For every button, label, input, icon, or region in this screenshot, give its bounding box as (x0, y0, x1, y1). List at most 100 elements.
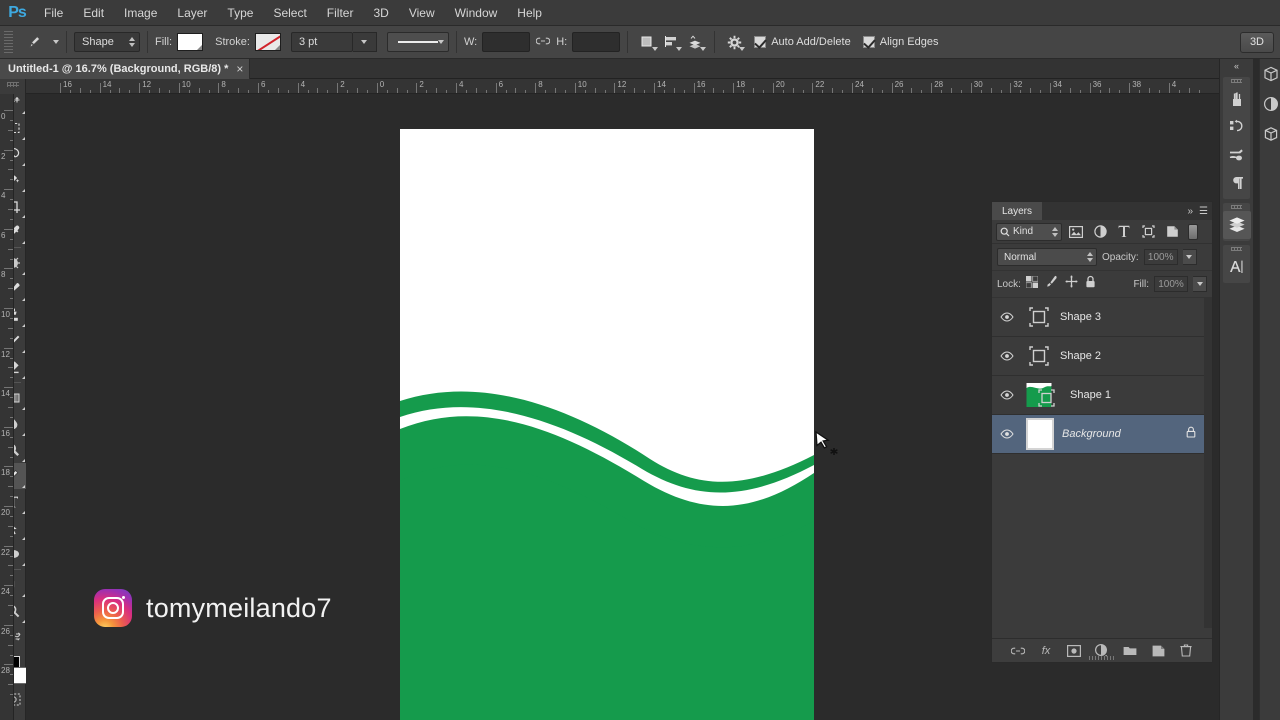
stroke-style-picker[interactable] (386, 32, 449, 52)
link-layers-icon[interactable] (1010, 643, 1026, 659)
stroke-weight-chevron-icon[interactable] (352, 32, 377, 52)
eye-icon[interactable] (996, 429, 1018, 439)
opacity-value[interactable]: 100% (1143, 249, 1178, 265)
menu-select[interactable]: Select (263, 0, 316, 26)
path-arrangement-icon[interactable] (683, 31, 707, 53)
ruler-minor-tick (8, 565, 13, 567)
instagram-icon (94, 589, 132, 627)
layer-name: Shape 1 (1070, 389, 1111, 401)
panel-menu-icon[interactable]: ☰ (1199, 206, 1208, 217)
ruler-minor-tick (69, 90, 71, 93)
green-shape-thumbnail[interactable] (1026, 382, 1062, 408)
adjustments-icon[interactable] (1260, 89, 1280, 119)
auto-add-delete-checkbox[interactable]: Auto Add/Delete (754, 36, 851, 48)
stroke-swatch[interactable] (254, 33, 281, 51)
align-edges-checkbox[interactable]: Align Edges (862, 36, 938, 48)
shape-vector-mask-thumbnail[interactable] (1026, 343, 1052, 369)
link-width-height-icon[interactable] (535, 35, 551, 49)
add-layer-mask-icon[interactable] (1066, 643, 1082, 659)
dock-group-grip[interactable] (1223, 77, 1250, 85)
swatches-icon[interactable] (1223, 141, 1251, 169)
menu-help[interactable]: Help (507, 0, 552, 26)
panel-resize-grip[interactable] (1089, 656, 1115, 660)
delete-layer-icon[interactable] (1178, 643, 1194, 659)
ruler-minor-tick (228, 90, 230, 93)
pixel-layer-filter-icon[interactable] (1066, 223, 1086, 241)
layers-panel-icon[interactable] (1223, 211, 1251, 239)
ruler-minor-tick (8, 446, 13, 448)
layer-row-shape-1[interactable]: Shape 1 (992, 376, 1212, 415)
eye-icon[interactable] (996, 312, 1018, 322)
menu-type[interactable]: Type (217, 0, 263, 26)
fill-swatch[interactable] (177, 33, 204, 51)
close-icon[interactable]: × (236, 62, 243, 76)
smart-object-filter-icon[interactable] (1162, 223, 1182, 241)
lock-image-pixels-icon[interactable] (1045, 275, 1058, 293)
ruler-minor-tick (267, 90, 269, 93)
blend-mode-select[interactable]: Normal (997, 248, 1097, 266)
ruler-minor-tick (1109, 88, 1111, 93)
menu-filter[interactable]: Filter (317, 0, 364, 26)
character-panel-icon[interactable] (1223, 253, 1251, 281)
menu-file[interactable]: File (34, 0, 73, 26)
brush-presets-icon[interactable] (1223, 85, 1251, 113)
tool-preset-picker[interactable] (17, 30, 51, 54)
document-tab[interactable]: Untitled-1 @ 16.7% (Background, RGB/8) *… (0, 59, 251, 79)
path-operations-icon[interactable] (635, 31, 659, 53)
type-layer-filter-icon[interactable] (1114, 223, 1134, 241)
tool-preset-chevron-icon[interactable] (53, 40, 59, 44)
3d-panel-icon[interactable] (1260, 59, 1280, 89)
eye-icon[interactable] (996, 351, 1018, 361)
ruler-tick (1168, 83, 1170, 93)
path-alignment-icon[interactable] (659, 31, 683, 53)
layers-scrollbar[interactable] (1204, 298, 1212, 628)
stroke-weight-control[interactable]: 3 pt (290, 32, 377, 52)
options-bar-grip[interactable] (4, 30, 13, 54)
ruler-minor-tick (8, 129, 13, 131)
tools-panel-grip[interactable] (0, 79, 25, 89)
menu-image[interactable]: Image (114, 0, 167, 26)
shape-vector-mask-thumbnail[interactable] (1026, 304, 1052, 330)
tool-mode-select[interactable]: Shape (74, 32, 140, 52)
dock-group-grip[interactable] (1223, 203, 1250, 211)
ruler-tick-label: 4 (459, 80, 464, 89)
gear-icon[interactable] (722, 31, 746, 53)
ruler-tick (4, 426, 13, 428)
ruler-minor-tick (1158, 90, 1160, 93)
menu-edit[interactable]: Edit (73, 0, 114, 26)
new-layer-icon[interactable] (1150, 643, 1166, 659)
shape-layer-filter-icon[interactable] (1138, 223, 1158, 241)
tab-layers[interactable]: Layers (992, 202, 1043, 220)
white-background-thumbnail[interactable] (1026, 418, 1054, 450)
lock-transparent-pixels-icon[interactable] (1025, 275, 1039, 293)
paragraph-icon[interactable] (1223, 169, 1251, 197)
width-input[interactable] (482, 32, 531, 52)
layer-row-shape-3[interactable]: Shape 3 (992, 298, 1212, 337)
3d-secondary-icon[interactable] (1260, 119, 1280, 149)
workspace-switcher-button[interactable]: 3D (1239, 32, 1274, 53)
lock-position-icon[interactable] (1065, 275, 1078, 293)
fill-value[interactable]: 100% (1154, 276, 1188, 292)
double-chevron-right-icon[interactable]: » (1187, 206, 1193, 217)
menu-view[interactable]: View (399, 0, 445, 26)
menu-window[interactable]: Window (445, 0, 508, 26)
layer-row-background[interactable]: Background (992, 415, 1212, 454)
new-group-icon[interactable] (1122, 643, 1138, 659)
menu-3d[interactable]: 3D (363, 0, 398, 26)
lock-all-icon[interactable] (1085, 275, 1096, 293)
history-icon[interactable] (1223, 113, 1251, 141)
filter-toggle-switch[interactable] (1188, 223, 1198, 240)
dock-group-grip[interactable] (1223, 245, 1250, 253)
adjustment-layer-filter-icon[interactable] (1090, 223, 1110, 241)
layer-row-shape-2[interactable]: Shape 2 (992, 337, 1212, 376)
collapse-panels-icon[interactable]: « (1220, 59, 1253, 73)
opacity-chevron-icon[interactable] (1182, 249, 1197, 265)
filter-kind-select[interactable]: Kind (996, 222, 1062, 241)
artboard[interactable] (400, 129, 814, 720)
height-input[interactable] (572, 32, 621, 52)
layer-style-fx-icon[interactable]: fx (1038, 643, 1054, 659)
ruler-minor-tick (109, 90, 111, 93)
fill-chevron-icon[interactable] (1193, 276, 1207, 292)
eye-icon[interactable] (996, 390, 1018, 400)
menu-layer[interactable]: Layer (167, 0, 217, 26)
